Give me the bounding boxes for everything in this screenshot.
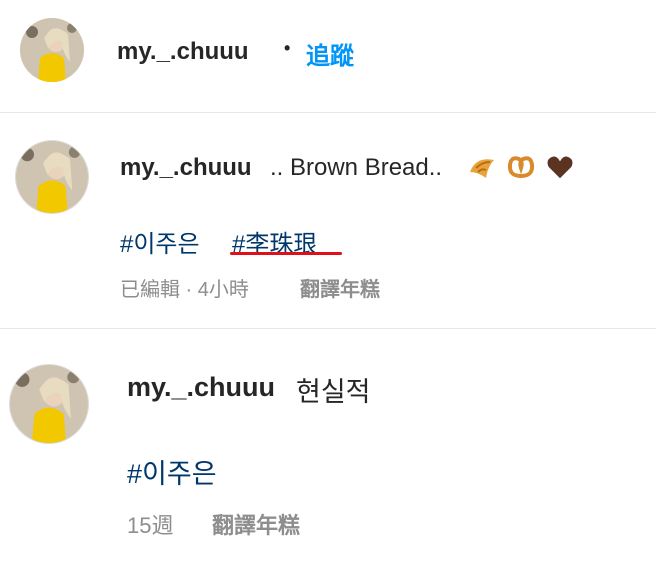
avatar[interactable] bbox=[16, 141, 88, 213]
header-username[interactable]: my._.chuuu bbox=[117, 38, 249, 66]
pretzel-emoji bbox=[505, 150, 537, 182]
avatar-image bbox=[10, 365, 88, 443]
comment-divider bbox=[0, 328, 656, 329]
hashtag-link[interactable]: #이주은 bbox=[120, 224, 200, 259]
header-separator: • bbox=[284, 38, 291, 58]
comment-username[interactable]: my._.chuuu bbox=[120, 154, 252, 182]
comment-text: 현실적 bbox=[296, 377, 371, 407]
translate-button[interactable]: 翻譯年糕 bbox=[212, 508, 300, 540]
avatar[interactable] bbox=[20, 18, 84, 82]
comment-text: .. Brown Bread.. bbox=[270, 154, 443, 181]
croissant-emoji bbox=[466, 150, 498, 182]
translate-button[interactable]: 翻譯年糕 bbox=[300, 273, 380, 302]
hashtag-link[interactable]: #이주은 bbox=[127, 452, 217, 491]
avatar-image bbox=[20, 18, 84, 82]
avatar[interactable] bbox=[10, 365, 88, 443]
avatar-image bbox=[16, 141, 88, 213]
comment-meta: 已編輯 · 4小時 bbox=[120, 279, 249, 301]
post-header: my._.chuuu • 追蹤 bbox=[0, 0, 656, 112]
header-divider bbox=[0, 112, 656, 113]
annotation-underline bbox=[230, 252, 342, 255]
comment-username[interactable]: my._.chuuu bbox=[127, 372, 275, 403]
brown-heart-emoji bbox=[545, 152, 575, 182]
follow-button[interactable]: 追蹤 bbox=[306, 36, 354, 71]
comment-meta: 15週 bbox=[127, 513, 174, 538]
